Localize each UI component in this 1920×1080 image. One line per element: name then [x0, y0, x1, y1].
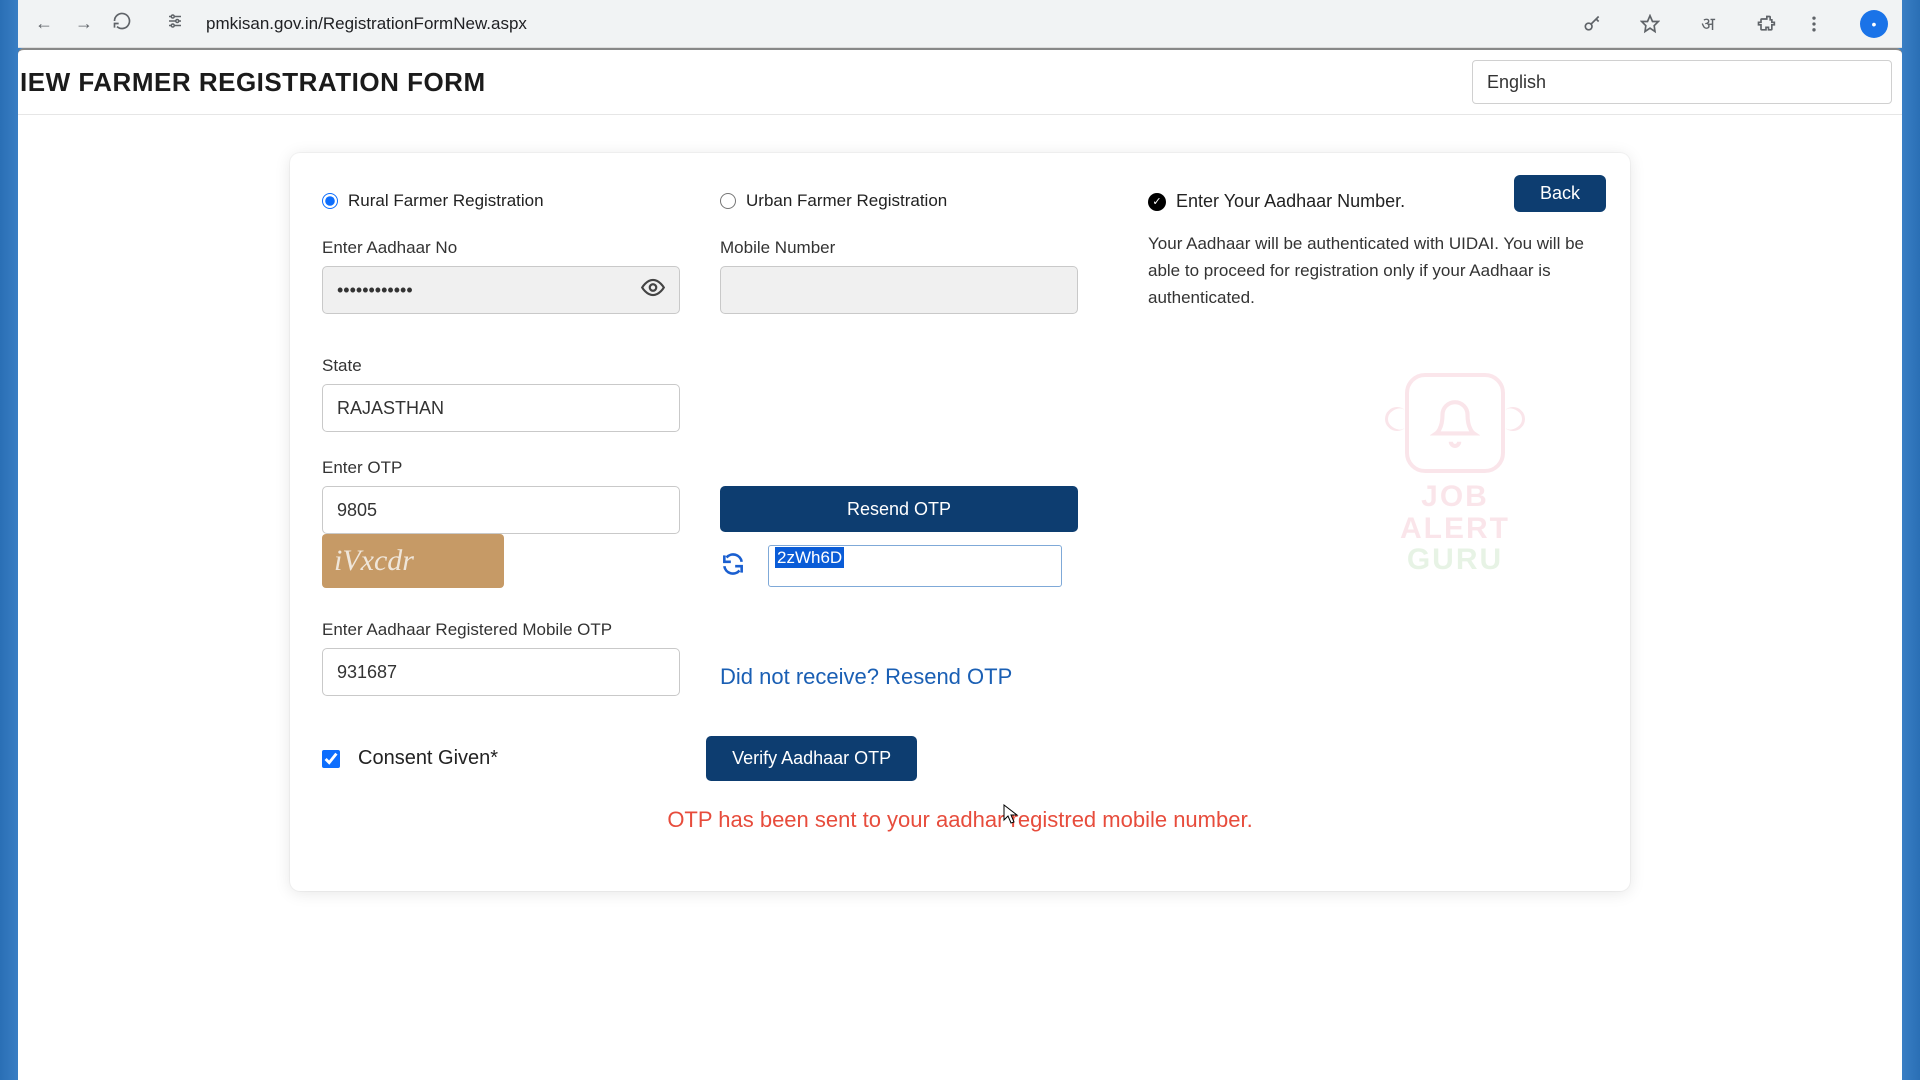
- aadhaar-heading-text: Enter Your Aadhaar Number.: [1176, 191, 1405, 212]
- resend-otp-link[interactable]: Did not receive? Resend OTP: [720, 664, 1078, 690]
- extensions-icon[interactable]: [1754, 12, 1778, 36]
- profile-avatar[interactable]: •: [1860, 10, 1888, 38]
- aadhaar-input[interactable]: [322, 266, 680, 314]
- label-otp: Enter OTP: [322, 458, 680, 478]
- translate-icon[interactable]: अ: [1696, 12, 1720, 36]
- label-mobile: Mobile Number: [720, 238, 1078, 258]
- radio-urban[interactable]: Urban Farmer Registration: [720, 191, 1078, 211]
- eye-icon[interactable]: [640, 275, 666, 306]
- page-content: IEW FARMER REGISTRATION FORM English Bac…: [18, 48, 1902, 1080]
- captcha-image: iVxcdr: [322, 534, 504, 588]
- nav-back-icon[interactable]: ←: [32, 13, 56, 34]
- otp-input[interactable]: [322, 486, 680, 534]
- mobile-input[interactable]: [720, 266, 1078, 314]
- page-title: IEW FARMER REGISTRATION FORM: [20, 67, 486, 98]
- check-circle-icon: [1148, 193, 1166, 211]
- language-select[interactable]: English: [1472, 60, 1892, 104]
- captcha-image-text: iVxcdr: [334, 544, 414, 578]
- verify-aadhaar-button[interactable]: Verify Aadhaar OTP: [706, 736, 917, 781]
- radio-urban-input[interactable]: [720, 193, 736, 209]
- label-aadhaar-mobile-otp: Enter Aadhaar Registered Mobile OTP: [322, 620, 680, 640]
- captcha-refresh-icon[interactable]: [720, 551, 746, 582]
- captcha-input-value: 2zWh6D: [775, 547, 844, 568]
- label-aadhaar: Enter Aadhaar No: [322, 238, 680, 258]
- language-selected-value: English: [1487, 72, 1546, 93]
- radio-rural-input[interactable]: [322, 193, 338, 209]
- site-settings-icon[interactable]: [166, 12, 184, 35]
- reload-icon[interactable]: [112, 11, 132, 36]
- nav-forward-icon[interactable]: →: [72, 13, 96, 34]
- radio-rural[interactable]: Rural Farmer Registration: [322, 191, 680, 211]
- bookmark-star-icon[interactable]: [1638, 12, 1662, 36]
- aadhaar-description: Your Aadhaar will be authenticated with …: [1148, 230, 1598, 312]
- header-row: IEW FARMER REGISTRATION FORM English: [18, 48, 1902, 115]
- form-card: Back Rural Farmer Registration Urban Far…: [290, 153, 1630, 891]
- radio-urban-label: Urban Farmer Registration: [746, 191, 947, 211]
- url-text[interactable]: pmkisan.gov.in/RegistrationFormNew.aspx: [206, 14, 527, 34]
- radio-rural-label: Rural Farmer Registration: [348, 191, 544, 211]
- captcha-input[interactable]: 2zWh6D: [768, 545, 1062, 587]
- browser-toolbar: ← → pmkisan.gov.in/RegistrationFormNew.a…: [18, 0, 1902, 48]
- mobile-inner-whitebox: [724, 320, 944, 352]
- consent-label: Consent Given*: [358, 747, 498, 770]
- back-button[interactable]: Back: [1514, 175, 1606, 212]
- resend-otp-button[interactable]: Resend OTP: [720, 486, 1078, 532]
- status-message: OTP has been sent to your aadhar registr…: [322, 807, 1598, 833]
- password-key-icon[interactable]: [1580, 12, 1604, 36]
- label-state: State: [322, 356, 680, 376]
- consent-checkbox[interactable]: [322, 750, 340, 768]
- aadhaar-mobile-otp-input[interactable]: [322, 648, 680, 696]
- menu-kebab-icon[interactable]: [1802, 12, 1826, 36]
- state-input[interactable]: [322, 384, 680, 432]
